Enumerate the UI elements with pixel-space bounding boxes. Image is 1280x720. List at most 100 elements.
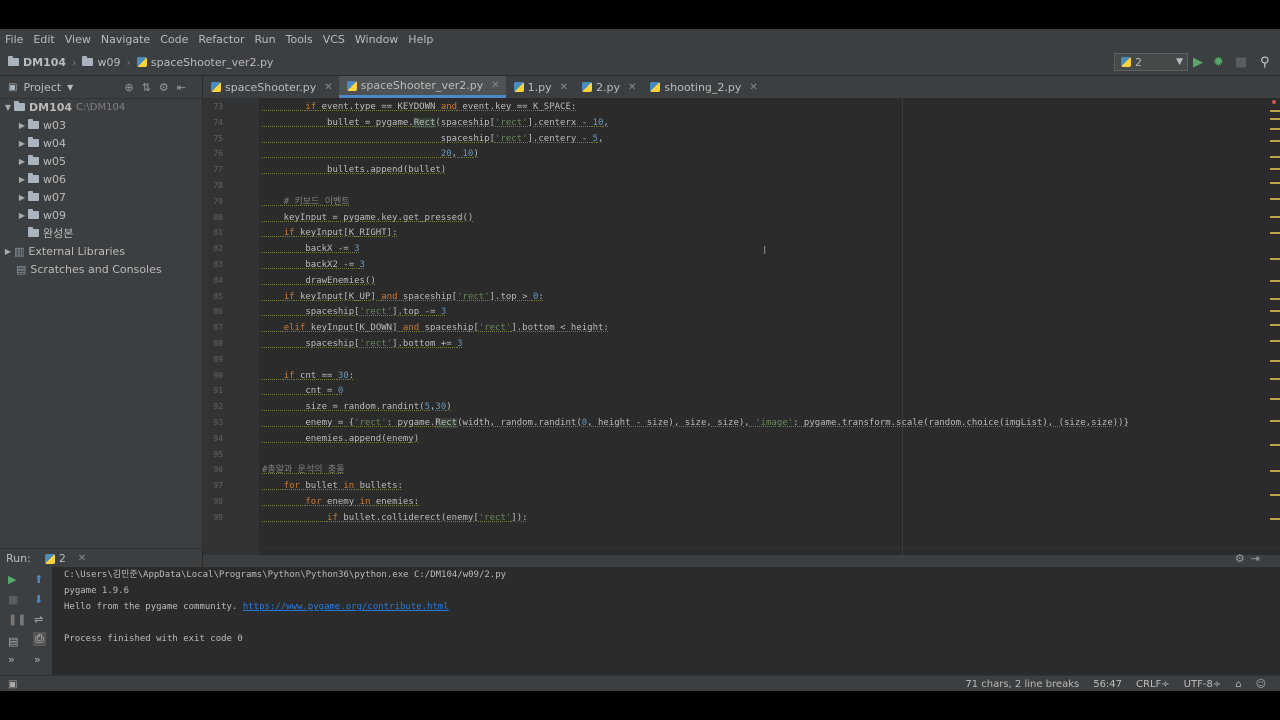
code-editor[interactable]: 73 if event.type == KEYDOWN and event.ke… (203, 98, 1280, 555)
gear-icon[interactable]: ⚙ (1235, 552, 1251, 565)
warning-marker[interactable] (1270, 420, 1280, 422)
collapsed-arrow-icon[interactable]: ▶ (16, 139, 28, 148)
tree-folder-w07[interactable]: ▶ w07 (0, 188, 202, 206)
hide-icon[interactable]: ⇤ (177, 81, 194, 94)
warning-marker[interactable] (1270, 340, 1280, 342)
warning-marker[interactable] (1270, 444, 1280, 446)
lock-icon[interactable]: ⌂ (1235, 679, 1241, 690)
warning-marker[interactable] (1270, 258, 1280, 260)
code-line[interactable]: 77 bullets.append(bullet) (203, 162, 1273, 178)
menu-vcs[interactable]: VCS (318, 33, 350, 46)
error-stripe[interactable] (1269, 98, 1280, 555)
project-panel-title[interactable]: Project (23, 81, 61, 94)
warning-marker[interactable] (1270, 310, 1280, 312)
tree-external-libraries[interactable]: ▶ ▥ External Libraries (0, 242, 202, 260)
close-icon[interactable]: ✕ (749, 82, 757, 93)
console-link[interactable]: https://www.pygame.org/contribute.html (243, 602, 449, 612)
tree-root[interactable]: ▼ DM104 C:\DM104 (0, 98, 202, 116)
tree-folder-w05[interactable]: ▶ w05 (0, 152, 202, 170)
warning-marker[interactable] (1270, 324, 1280, 326)
code-line[interactable]: 85 if keyInput[K_UP] and spaceship['rect… (203, 289, 1273, 305)
close-icon[interactable]: ✕ (491, 80, 499, 91)
code-line[interactable]: 96 #총알과 운석의 충돌 (203, 462, 1273, 478)
code-line[interactable]: 82 backX -= 3 (203, 241, 1273, 257)
tool-window-toggle-icon[interactable]: ▣ (8, 679, 17, 690)
run-configuration-select[interactable]: 2 ▼ (1114, 53, 1188, 71)
warning-marker[interactable] (1270, 198, 1280, 200)
menu-tools[interactable]: Tools (281, 33, 318, 46)
expanded-arrow-icon[interactable]: ▼ (2, 103, 14, 112)
layout-icon[interactable]: ▤ (8, 635, 18, 648)
breadcrumb-folder[interactable]: w09 (97, 56, 120, 69)
code-line[interactable]: 79 # 키보드 이벤트 (203, 194, 1273, 210)
collapsed-arrow-icon[interactable]: ▶ (16, 121, 28, 130)
collapsed-arrow-icon[interactable]: ▶ (16, 157, 28, 166)
close-icon[interactable]: ✕ (628, 82, 636, 93)
line-separator[interactable]: CRLF÷ (1136, 679, 1170, 690)
tab-1-py[interactable]: 1.py ✕ (506, 76, 574, 98)
run-tab-label[interactable]: 2 (59, 552, 66, 565)
code-line[interactable]: 73 if event.type == KEYDOWN and event.ke… (203, 99, 1273, 115)
code-line[interactable]: 86 spaceship['rect'].top -= 3 (203, 304, 1273, 320)
breadcrumb-project[interactable]: DM104 (23, 56, 66, 69)
code-line[interactable]: 87 elif keyInput[K_DOWN] and spaceship['… (203, 320, 1273, 336)
warning-marker[interactable] (1270, 182, 1280, 184)
code-line[interactable]: 93 enemy = {'rect': pygame.Rect(width, r… (203, 415, 1273, 431)
code-line[interactable]: 92 size = random.randint(5,30) (203, 399, 1273, 415)
tree-folder-w04[interactable]: ▶ w04 (0, 134, 202, 152)
collapsed-arrow-icon[interactable]: ▶ (16, 211, 28, 220)
menu-window[interactable]: Window (350, 33, 403, 46)
run-icon[interactable]: ▶ (1193, 55, 1203, 70)
warning-marker[interactable] (1270, 360, 1280, 362)
warning-marker[interactable] (1270, 156, 1280, 158)
warning-marker[interactable] (1270, 470, 1280, 472)
breadcrumb-file[interactable]: spaceShooter_ver2.py (151, 56, 274, 69)
code-line[interactable]: 75 spaceship['rect'].centery - 5, (203, 131, 1273, 147)
code-line[interactable]: 89 (203, 352, 1273, 368)
warning-marker[interactable] (1270, 518, 1280, 520)
print-icon[interactable]: ⎙ (33, 632, 46, 646)
warning-marker[interactable] (1270, 280, 1280, 282)
inspector-icon[interactable]: ☺ (1256, 679, 1266, 690)
search-icon[interactable]: ⚲ (1260, 55, 1270, 70)
tree-folder-w03[interactable]: ▶ w03 (0, 116, 202, 134)
warning-marker[interactable] (1270, 232, 1280, 234)
locate-icon[interactable]: ⊕ (124, 81, 141, 94)
chevron-down-icon[interactable]: ▼ (67, 83, 73, 92)
tree-folder-w09[interactable]: ▶ w09 (0, 206, 202, 224)
close-icon[interactable]: ✕ (78, 553, 86, 564)
warning-marker[interactable] (1270, 168, 1280, 170)
code-line[interactable]: 78 (203, 178, 1273, 194)
pause-icon[interactable]: ❚❚ (8, 613, 26, 626)
stop-icon[interactable]: ■ (8, 593, 18, 606)
code-line[interactable]: 91 cnt = 0 (203, 383, 1273, 399)
tab-shooting-2[interactable]: shooting_2.py ✕ (642, 76, 763, 98)
warning-marker[interactable] (1270, 140, 1280, 142)
tree-folder-w06[interactable]: ▶ w06 (0, 170, 202, 188)
rerun-icon[interactable]: ▶ (8, 573, 16, 586)
more-icon[interactable]: » (8, 653, 15, 666)
warning-marker[interactable] (1270, 110, 1280, 112)
warning-marker[interactable] (1270, 128, 1280, 130)
more-icon[interactable]: » (34, 653, 41, 666)
code-line[interactable]: 83 backX2 -= 3 (203, 257, 1273, 273)
console-output[interactable]: C:\Users\김민준\AppData\Local\Programs\Pyth… (52, 567, 1280, 675)
code-line[interactable]: 84 drawEnemies() (203, 273, 1273, 289)
collapsed-arrow-icon[interactable]: ▶ (16, 175, 28, 184)
warning-marker[interactable] (1270, 298, 1280, 300)
down-arrow-icon[interactable]: ⬇ (34, 593, 43, 606)
code-line[interactable]: 76 20, 10) (203, 146, 1273, 162)
menu-file[interactable]: File (0, 33, 28, 46)
up-arrow-icon[interactable]: ⬆ (34, 573, 43, 586)
collapsed-arrow-icon[interactable]: ▶ (16, 193, 28, 202)
menu-edit[interactable]: Edit (28, 33, 59, 46)
tab-spaceshooter-ver2[interactable]: spaceShooter_ver2.py ✕ (338, 76, 506, 98)
menu-view[interactable]: View (60, 33, 96, 46)
code-line[interactable]: 94 enemies.append(enemy) (203, 431, 1273, 447)
tree-scratches[interactable]: ▤ Scratches and Consoles (0, 260, 202, 278)
error-marker[interactable] (1272, 100, 1276, 104)
tab-2-py[interactable]: 2.py ✕ (574, 76, 642, 98)
code-line[interactable]: 95 (203, 447, 1273, 463)
file-encoding[interactable]: UTF-8÷ (1184, 679, 1222, 690)
warning-marker[interactable] (1270, 494, 1280, 496)
